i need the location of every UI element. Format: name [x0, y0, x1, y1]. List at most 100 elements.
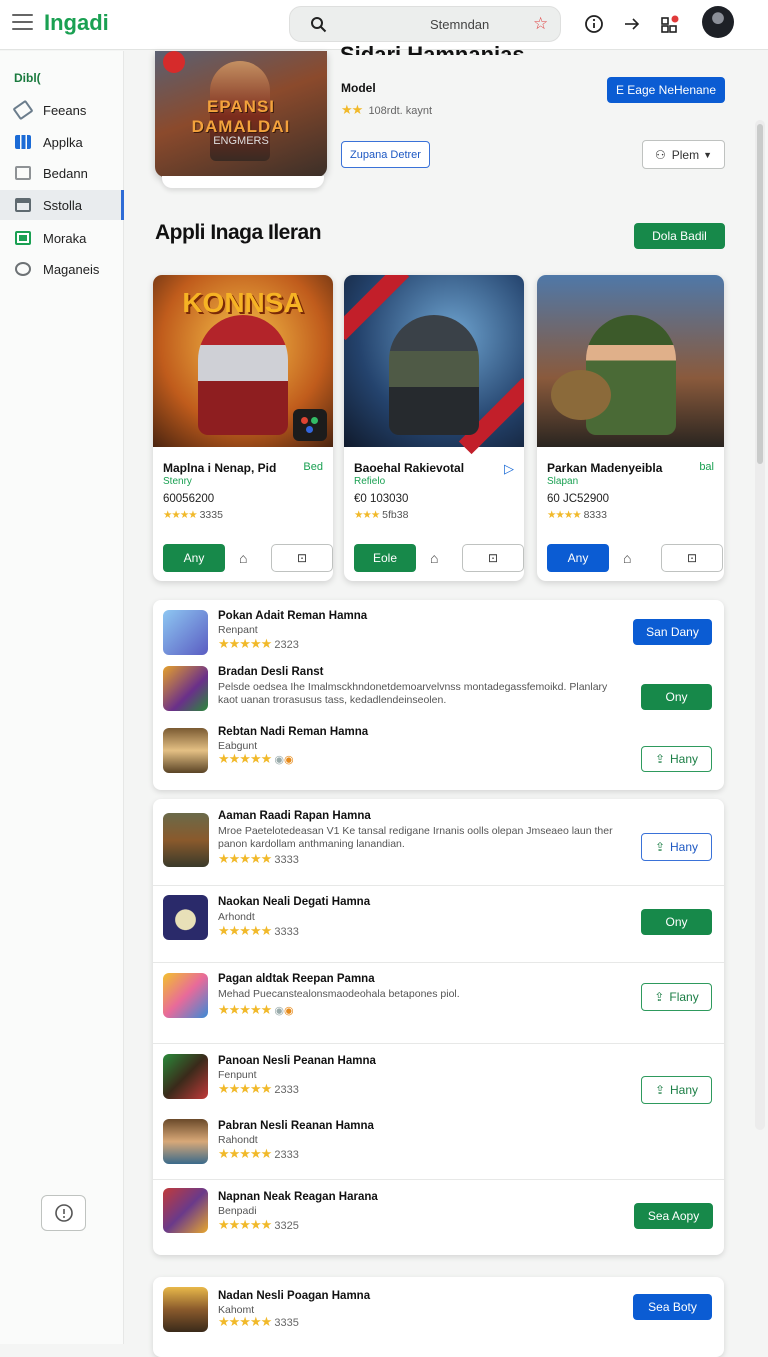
search-input[interactable]: Stemndan	[430, 17, 489, 32]
info-icon[interactable]	[582, 12, 606, 36]
hero-game-artwork[interactable]: EPANSI DAMALDAI ENGMERS	[155, 51, 327, 177]
favorite-star-icon[interactable]: ☆	[533, 14, 548, 34]
app-thumbnail	[163, 1188, 208, 1233]
game-name: Maplna i Nenap, Pid	[163, 461, 277, 475]
forward-arrow-icon[interactable]	[620, 12, 644, 36]
game-name: Baoehal Rakievotal	[354, 461, 465, 475]
app-description: Mehad Puecanstealonsmaodeohala betapones…	[218, 988, 460, 1000]
play-icon[interactable]: ▷	[504, 461, 514, 477]
details-button[interactable]: ⊡	[271, 544, 333, 572]
app-name: Napnan Neak Reagan Harana	[218, 1191, 378, 1203]
window-icon	[15, 198, 31, 212]
sidebar-item-applka[interactable]: Applka	[0, 127, 124, 157]
game-category: Slapan	[547, 476, 579, 487]
scrollbar-thumb[interactable]	[757, 124, 763, 464]
hero-image-subtitle: ENGMERS	[213, 135, 269, 147]
badge-icon: ◉	[274, 1005, 284, 1017]
sidebar-item-maganeis[interactable]: Maganeis	[0, 254, 124, 284]
sidebar-item-feeans[interactable]: Feeans	[0, 95, 124, 125]
share-icon[interactable]: ⌂	[430, 550, 438, 566]
share-icon[interactable]: ⌂	[239, 550, 247, 566]
sidebar-item-bedann[interactable]: Bedann	[0, 158, 124, 188]
hero-rating: ★★ 108rdt. kaynt	[341, 102, 433, 117]
app-name: Panoan Nesli Peanan Hamna	[218, 1055, 376, 1067]
user-avatar[interactable]	[702, 6, 734, 38]
hero-card-base	[162, 176, 324, 188]
section-action-button[interactable]: Dola Badil	[634, 223, 725, 249]
install-button[interactable]: Any	[547, 544, 609, 572]
info-square-icon: ⊡	[296, 551, 308, 565]
app-name: Naokan Neali Degati Hamna	[218, 896, 371, 908]
sidebar-item-sstolla[interactable]: Sstolla	[0, 190, 124, 220]
install-button[interactable]: Eole	[354, 544, 416, 572]
list-action-button[interactable]: Sea Boty	[633, 1294, 712, 1320]
hero-secondary-button[interactable]: Zupana Detrer	[341, 141, 430, 168]
app-rating: ★★★★★ 3333	[218, 851, 299, 866]
menu-icon[interactable]	[12, 14, 33, 30]
app-thumbnail	[163, 666, 208, 711]
list-action-button[interactable]: Sea Aopy	[634, 1203, 713, 1229]
featured-card[interactable]: KONNSA Maplna i Nenap, Pid Bed Stenry 60…	[153, 275, 333, 581]
app-thumbnail	[163, 1119, 208, 1164]
app-thumbnail	[163, 728, 208, 773]
app-thumbnail	[163, 610, 208, 655]
spreadsheet-icon	[15, 231, 31, 245]
app-rating: ★★★★★ ◉◉	[218, 751, 294, 766]
app-thumbnail	[163, 895, 208, 940]
game-name: Parkan Madenyeibla	[547, 461, 663, 475]
game-number: 60056200	[163, 493, 215, 505]
game-artwork	[344, 275, 524, 455]
bar-chart-icon	[15, 135, 31, 149]
app-name: Pagan aldtak Reepan Pamna	[218, 973, 375, 985]
sidebar-item-moraka[interactable]: Moraka	[0, 223, 124, 253]
list-action-button[interactable]: Ony	[641, 909, 712, 935]
game-tag: Bed	[303, 461, 323, 473]
hero-badge-icon	[163, 51, 185, 73]
featured-card[interactable]: Baoehal Rakievotal ▷ Refielo €0 103030 ★…	[344, 275, 524, 581]
hero-primary-button[interactable]: E Eage NeHenane	[607, 77, 725, 103]
row-divider	[153, 1043, 724, 1044]
app-name: Nadan Nesli Poagan Hamna	[218, 1290, 371, 1302]
apps-notification-icon[interactable]	[658, 12, 682, 36]
list-action-button[interactable]: Ony	[641, 684, 712, 710]
add-icon: ⇪	[654, 752, 666, 766]
list-action-button[interactable]: ⇪ Flany	[641, 983, 712, 1011]
add-icon: ⇪	[654, 990, 665, 1004]
app-thumbnail	[163, 1287, 208, 1332]
row-divider	[153, 1179, 724, 1180]
game-rating: ★★★★ 3335	[163, 509, 223, 521]
filter-dropdown[interactable]: ⚇ Plem ▼	[642, 140, 725, 169]
person-icon: ⚇	[654, 147, 666, 162]
badge-icon: ◉	[274, 754, 284, 766]
app-thumbnail	[163, 973, 208, 1018]
list-action-button[interactable]: San Dany	[633, 619, 712, 645]
app-name: Pabran Nesli Reanan Hamna	[218, 1120, 374, 1132]
hero-title: Sidari Hamnanias	[340, 42, 525, 55]
app-rating: ★★★★★ 3333	[218, 923, 299, 938]
app-rating: ★★★★★ 3335	[218, 1314, 299, 1329]
help-button[interactable]	[41, 1195, 86, 1231]
list-action-button[interactable]: ⇪ Hany	[641, 833, 712, 861]
app-rating: ★★★★★ ◉◉	[218, 1002, 294, 1017]
app-name: Rebtan Nadi Reman Hamna	[218, 726, 369, 738]
game-category: Stenry	[163, 476, 192, 487]
details-button[interactable]: ⊡	[661, 544, 723, 572]
clock-icon	[15, 262, 31, 276]
featured-card[interactable]: Parkan Madenyeibla bal Slapan 60 JC52900…	[537, 275, 724, 581]
app-name: Aaman Raadi Rapan Hamna	[218, 810, 371, 822]
app-logo[interactable]: Ingadi	[44, 10, 109, 36]
list-action-button[interactable]: ⇪ Hany	[641, 746, 712, 772]
game-rating: ★★★ 5fb38	[354, 509, 409, 521]
app-list-group: Nadan Nesli Poagan Hamna Kahomt ★★★★★ 33…	[153, 1277, 724, 1357]
rating-stars: ★★	[341, 102, 363, 117]
game-number: €0 103030	[354, 493, 409, 505]
install-button[interactable]: Any	[163, 544, 225, 572]
list-action-button[interactable]: ⇪ Hany	[641, 1076, 712, 1104]
details-button[interactable]: ⊡	[462, 544, 524, 572]
tag-icon	[12, 99, 34, 121]
add-icon: ⇪	[654, 840, 666, 854]
share-icon[interactable]: ⌂	[623, 550, 631, 566]
chevron-down-icon: ▼	[703, 149, 713, 160]
app-rating: ★★★★★ 2333	[218, 1081, 299, 1096]
game-artwork: KONNSA	[153, 275, 333, 447]
